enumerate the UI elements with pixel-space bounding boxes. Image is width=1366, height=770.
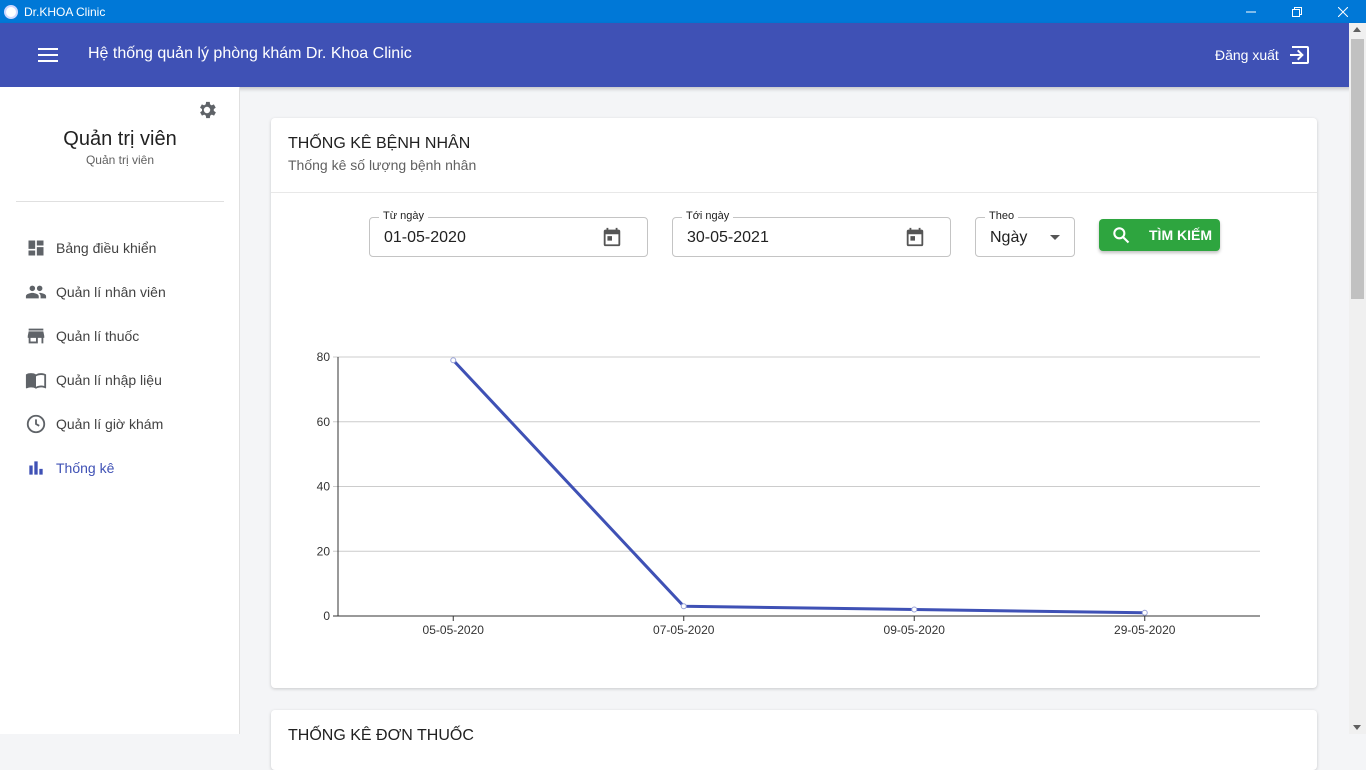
sidebar-item-dashboard[interactable]: Bảng điều khiển [0, 226, 240, 270]
y-tick-label: 60 [317, 415, 331, 429]
patient-line-chart: 0 20 40 60 80 05-05-2020 07-05-2020 09-05-2020 2… [317, 350, 1260, 637]
menu-button[interactable] [36, 43, 60, 67]
logout-button[interactable]: Đăng xuất [1215, 42, 1311, 68]
people-icon [25, 285, 47, 299]
sidebar-nav: Bảng điều khiển Quản lí nhân viên Quản l… [0, 226, 240, 490]
app-bar: Hệ thống quản lý phòng khám Dr. Khoa Cli… [0, 23, 1366, 87]
bar-chart-icon [29, 461, 43, 475]
window-title: Dr.KHOA Clinic [24, 4, 106, 19]
dashboard-icon [28, 240, 44, 256]
sidebar-item-label: Bảng điều khiển [56, 240, 157, 256]
sidebar-item-label: Quản lí nhập liệu [56, 372, 162, 388]
gear-icon [200, 101, 216, 119]
card2-title: THỐNG KÊ ĐƠN THUỐC [288, 727, 474, 744]
sidebar-item-staff[interactable]: Quản lí nhân viên [0, 270, 240, 314]
profile-role: Quản trị viên [85, 153, 155, 167]
sidebar-item-label: Quản lí thuốc [56, 328, 140, 344]
sidebar-item-statistics[interactable]: Thống kê [0, 446, 240, 490]
window-titlebar: Dr.KHOA Clinic [0, 0, 1366, 23]
y-tick-label: 20 [317, 544, 331, 558]
hamburger-icon [38, 48, 58, 62]
prescription-stats-card: THỐNG KÊ ĐƠN THUỐC [271, 710, 1317, 770]
scroll-up-arrow-icon[interactable] [1353, 27, 1361, 32]
app-title: Hệ thống quản lý phòng khám Dr. Khoa Cli… [88, 45, 412, 62]
sidebar-item-label: Thống kê [56, 460, 115, 476]
data-point [911, 606, 918, 613]
logout-icon [1289, 46, 1309, 64]
close-icon [1338, 6, 1348, 17]
y-tick-label: 40 [317, 480, 331, 494]
data-point [680, 603, 687, 610]
x-tick-label: 07-05-2020 [653, 623, 715, 637]
book-icon [25, 373, 47, 389]
sidebar-item-schedule[interactable]: Quản lí giờ khám [0, 402, 240, 446]
app-logo-icon [4, 4, 18, 19]
x-tick-label: 05-05-2020 [423, 623, 485, 637]
scrollbar-thumb[interactable] [1351, 39, 1364, 299]
page-scrollbar[interactable] [1349, 23, 1366, 734]
minimize-icon [1246, 11, 1256, 12]
y-tick-label: 80 [317, 350, 331, 364]
sidebar-item-medicine[interactable]: Quản lí thuốc [0, 314, 240, 358]
scroll-down-arrow-icon[interactable] [1353, 725, 1361, 730]
minimize-button[interactable] [1228, 0, 1274, 23]
profile-name: Quản trị viên [63, 128, 177, 150]
close-button[interactable] [1320, 0, 1366, 23]
sidebar-divider [16, 201, 224, 202]
sidebar-item-label: Quản lí nhân viên [56, 284, 166, 300]
restore-button[interactable] [1274, 0, 1320, 23]
x-tick-label: 29-05-2020 [1114, 623, 1176, 637]
y-tick-label: 0 [323, 609, 330, 623]
data-point [450, 357, 457, 364]
x-tick-label: 09-05-2020 [884, 623, 946, 637]
sidebar-item-data-entry[interactable]: Quản lí nhập liệu [0, 358, 240, 402]
restore-icon [1292, 6, 1302, 17]
sidebar: Quản trị viên Quản trị viên Bảng điều kh… [0, 87, 240, 734]
data-point [1141, 609, 1148, 616]
settings-button[interactable] [196, 99, 218, 126]
sidebar-item-label: Quản lí giờ khám [56, 416, 164, 432]
clock-icon [26, 414, 46, 434]
store-icon [27, 328, 45, 344]
logout-label: Đăng xuất [1215, 47, 1279, 63]
